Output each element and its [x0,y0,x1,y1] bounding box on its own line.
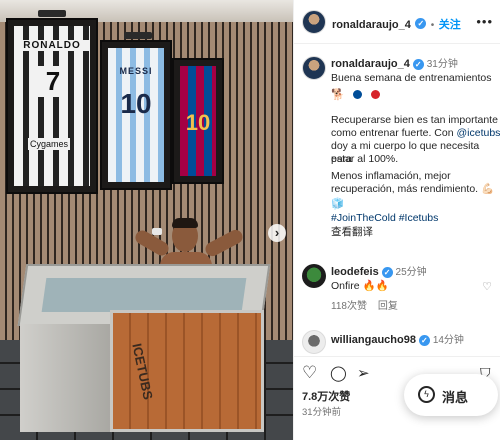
messages-button[interactable]: ϟ 消息 [404,374,498,416]
caption-paragraph-line: recuperación, más rendimiento. 💪🏻 [331,183,495,195]
separator: • [430,20,435,31]
blue-circle-icon [353,90,363,100]
send-icon[interactable]: ➢ [357,364,370,382]
author-username[interactable]: ronaldaraujo_4 [332,19,411,31]
dog-icon: 🐕 [331,89,345,102]
comment-like-icon[interactable]: ♡ [482,280,492,293]
follow-button[interactable]: 关注 [439,19,461,31]
ice-tub: ICETUBS [14,264,271,434]
reply-button[interactable]: 回复 [378,301,398,312]
tub-wood-panel [110,310,264,432]
caption-username[interactable]: ronaldaraujo_4 [331,58,410,70]
instagram-post-view: RONALDO 7 Cygames MESSI 10 10 ICETUBS › … [0,0,500,440]
red-circle-icon [370,90,380,100]
caption-text: como entrenar fuerte. Con [331,127,457,139]
commenter-avatar[interactable] [302,330,326,354]
jersey-name: MESSI [119,66,153,76]
comment-header: williangaucho98 ✓ 14分钟 [331,334,499,347]
jersey-name: RONALDO [14,40,90,51]
comment-likes-count[interactable]: 118次赞 [331,301,367,312]
carousel-next-button[interactable]: › [268,224,286,242]
picture-lamp [38,10,66,17]
caption-paragraph-line: Recuperarse bien es tan importante [331,114,498,126]
verified-badge-icon: ✓ [412,58,424,70]
ice-cube-icon: 🧊 [331,198,345,210]
watch [152,228,162,235]
post-timestamp: 31分钟前 [302,407,342,418]
comment-time: 14分钟 [432,335,464,346]
tub-water [41,278,247,312]
picture-lamp [124,32,152,39]
messages-label: 消息 [442,390,469,405]
jersey-number: 7 [38,66,68,97]
verified-badge-icon: ✓ [381,266,393,278]
caption-avatar[interactable] [302,56,326,80]
like-icon[interactable]: ♡ [302,363,317,383]
caption-emoji-row: 🐕 [331,86,384,102]
more-options-icon[interactable]: ••• [476,14,493,29]
comment-meta: 118次赞 回复 [331,300,499,313]
caption-header: ronaldaraujo_4 ✓ 31分钟 [331,58,499,71]
post-photo[interactable]: RONALDO 7 Cygames MESSI 10 10 ICETUBS › [0,0,293,440]
commenter-username[interactable]: williangaucho98 [331,334,416,346]
caption-line-1: Buena semana de entrenamientos [331,72,492,84]
header-text: ronaldaraujo_4 ✓ • 关注 [332,15,461,33]
comment-header: leodefeis ✓ 25分钟 [331,266,499,279]
jersey-frame-left: RONALDO 7 Cygames [6,10,98,194]
caption-time: 31分钟 [426,59,458,70]
commenter-avatar[interactable] [302,264,326,288]
jersey-frame-middle: MESSI 10 [100,32,172,190]
messenger-icon: ϟ [418,386,435,403]
likes-count[interactable]: 7.8万次赞 [302,388,350,404]
caption-paragraph-line: como entrenar fuerte. Con @icetubs , [331,127,500,140]
verified-badge-icon: ✓ [418,334,430,346]
caption-paragraph-line: estar al 100%. [331,153,399,165]
author-avatar[interactable] [302,10,326,34]
comment-time: 25分钟 [395,267,427,278]
jersey-sponsor: Cygames [28,138,71,150]
commenter-username[interactable]: leodefeis [331,266,379,278]
comment-text: Onfire 🔥🔥 [331,280,389,292]
jersey-frame-right: 10 [172,58,224,184]
jersey-number: 10 [120,88,152,119]
caption-paragraph-line: Menos inflamación, mejor [331,170,451,182]
see-translation-link[interactable]: 查看翻译 [331,226,499,239]
mention-link[interactable]: @icetubs [456,127,500,139]
comment-icon[interactable]: ◯ [330,364,347,382]
hashtags-link[interactable]: #JoinTheCold #Icetubs [331,212,499,225]
jersey-number: 10 [185,110,211,135]
post-header: ronaldaraujo_4 ✓ • 关注 ••• [294,0,500,44]
verified-badge-icon: ✓ [415,18,427,30]
